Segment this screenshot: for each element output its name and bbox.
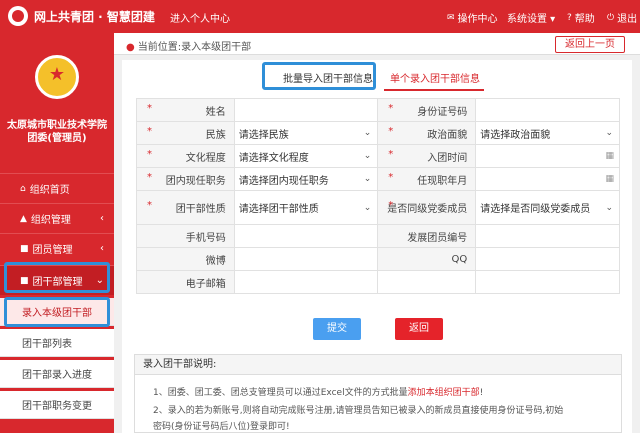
member-no-label: 发展团员编号 xyxy=(407,232,468,244)
id-number-field[interactable] xyxy=(475,98,620,122)
cadre-form: * 姓名 * 身份证号码 * 民族 请选择民族 ⌄ * 政治面貌 请选择政治面貌 ⌄ * 文化… xyxy=(136,98,620,294)
sidebar-subitem-entry-progress[interactable]: 团干部录入进度 xyxy=(0,360,114,388)
sidebar-subitem-position-change[interactable]: 团干部职务变更 xyxy=(0,391,114,419)
help-link[interactable]: ? 帮助 xyxy=(567,10,595,26)
sidebar-subitem-cadre-list[interactable]: 团干部列表 xyxy=(0,329,114,357)
member-no-field[interactable] xyxy=(475,224,620,248)
highlight-cadre-manage xyxy=(4,262,110,293)
tab-active-indicator xyxy=(384,89,484,91)
join-time-label: 入团时间 xyxy=(427,152,468,164)
league-badge-icon xyxy=(35,55,79,99)
system-settings-menu[interactable]: 系统设置 ▾ xyxy=(507,10,555,25)
cadre-type-select[interactable]: 请选择团干部性质 ⌄ xyxy=(233,190,379,225)
chevron-left-icon: ‹ xyxy=(100,243,104,254)
top-bar: 网上共青团 · 智慧团建 进入个人中心 ✉ 操作中心 系统设置 ▾ ? 帮助 ⏻… xyxy=(0,0,640,33)
mail-icon: ✉ xyxy=(447,12,455,23)
position-select[interactable]: 请选择团内现任职务 ⌄ xyxy=(233,167,379,191)
cadre-type-label: 团干部性质 xyxy=(175,204,226,215)
weibo-field[interactable] xyxy=(233,247,379,271)
education-label: 文化程度 xyxy=(185,152,226,164)
ethnicity-select[interactable]: 请选择民族 ⌄ xyxy=(233,121,379,145)
weibo-label: 微博 xyxy=(205,255,226,267)
brand-title: 网上共青团 · 智慧团建 xyxy=(34,10,155,24)
party-member-label: 是否同级党委成员 xyxy=(387,204,468,215)
league-logo-icon xyxy=(8,6,28,26)
member-icon: ■ xyxy=(20,243,29,254)
qq-label: QQ xyxy=(451,253,468,265)
tenure-label: 任现职年月 xyxy=(417,175,468,187)
back-to-previous-button[interactable]: 返回上一页 xyxy=(555,36,625,53)
submit-button[interactable]: 提交 xyxy=(313,318,361,340)
tab-single-entry[interactable]: 单个录入团干部信息 xyxy=(390,70,480,85)
email-field[interactable] xyxy=(233,270,379,294)
chevron-down-icon: ⌄ xyxy=(363,202,372,213)
enter-personal-center-link[interactable]: 进入个人中心 xyxy=(170,10,230,25)
calendar-icon[interactable]: ▦ xyxy=(605,174,614,184)
sidebar-item-org-manage[interactable]: ▲ 组织管理 ‹ xyxy=(0,203,114,233)
chevron-down-icon: ⌄ xyxy=(363,128,372,138)
home-icon: ⌂ xyxy=(20,183,26,194)
email-label: 电子邮箱 xyxy=(185,278,226,290)
party-member-select[interactable]: 请选择是否同级党委成员 ⌄ xyxy=(475,190,620,225)
sidebar-item-org-home[interactable]: ⌂ 组织首页 xyxy=(0,173,114,203)
org-name: 太原城市职业技术学院团委(管理员) xyxy=(7,120,107,144)
ethnicity-label: 民族 xyxy=(205,129,226,141)
chevron-down-icon: ⌄ xyxy=(363,151,372,161)
instruction-line-3: 密码(身份证号码后八位)登录即可! xyxy=(153,422,290,432)
instruction-line-2: 2、录入的若为新账号,则将自动完成账号注册,请管理员告知已被录入的新成员直接使用… xyxy=(153,406,564,416)
education-select[interactable]: 请选择文化程度 ⌄ xyxy=(233,144,379,168)
tenure-field[interactable]: ▦ xyxy=(475,167,620,191)
chevron-down-icon: ⌄ xyxy=(363,174,372,184)
org-icon: ▲ xyxy=(20,213,27,224)
political-select[interactable]: 请选择政治面貌 ⌄ xyxy=(475,121,620,145)
name-field[interactable] xyxy=(233,98,379,122)
logout-link[interactable]: ⏻ 退出 xyxy=(607,10,637,26)
phone-label: 手机号码 xyxy=(185,232,226,244)
help-icon: ? xyxy=(567,12,572,23)
position-label: 团内现任职务 xyxy=(165,175,226,187)
operation-center-link[interactable]: ✉ 操作中心 xyxy=(447,10,498,26)
id-number-label: 身份证号码 xyxy=(417,106,468,118)
join-time-field[interactable]: ▦ xyxy=(475,144,620,168)
instruction-line-1: 1、团委、团工委、团总支管理员可以通过Excel文件的方式批量添加本组织团干部! xyxy=(153,388,484,398)
highlight-enter-cadre xyxy=(4,297,110,327)
location-pin-icon: ● xyxy=(126,42,135,53)
calendar-icon[interactable]: ▦ xyxy=(605,151,614,161)
instructions-title: 录入团干部说明: xyxy=(135,355,621,375)
name-label: 姓名 xyxy=(205,106,226,118)
chevron-down-icon: ⌄ xyxy=(605,202,613,213)
political-label: 政治面貌 xyxy=(427,129,468,141)
return-button[interactable]: 返回 xyxy=(395,318,443,340)
highlight-batch-import xyxy=(262,62,376,90)
chevron-left-icon: ‹ xyxy=(100,213,104,224)
power-icon: ⏻ xyxy=(607,12,615,23)
chevron-down-icon: ⌄ xyxy=(605,128,613,138)
phone-field[interactable] xyxy=(233,224,379,248)
instructions-panel: 录入团干部说明: 1、团委、团工委、团总支管理员可以通过Excel文件的方式批量… xyxy=(134,354,622,433)
sidebar-item-member-manage[interactable]: ■ 团员管理 ‹ xyxy=(0,233,114,263)
breadcrumb: ● 当前位置:录入本级团干部 xyxy=(126,42,252,53)
qq-field[interactable] xyxy=(475,247,620,271)
